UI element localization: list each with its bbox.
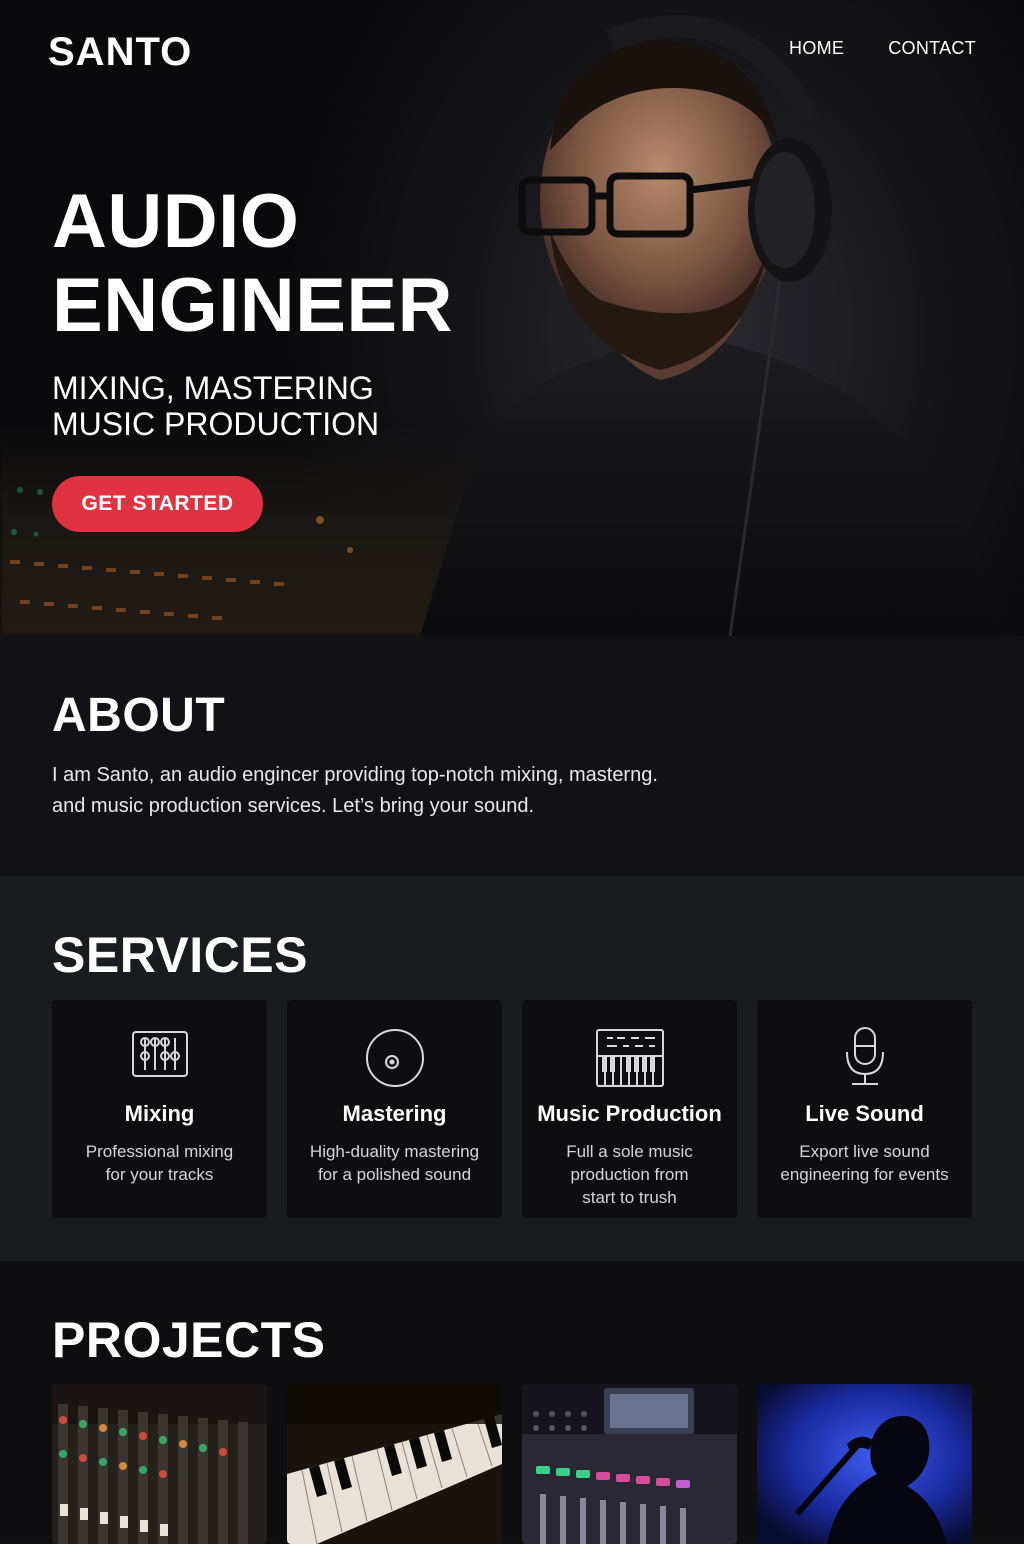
service-desc-line: Export live sound [799, 1142, 930, 1161]
service-desc-line: engineering for events [780, 1165, 949, 1184]
nav-home-link[interactable]: HOME [789, 38, 844, 59]
hero-text-block: AUDIO ENGINEER MIXING, MASTERING MUSIC P… [52, 180, 453, 443]
service-card-live-sound[interactable]: Live Sound Export live sound engineering… [757, 1000, 972, 1218]
project-thumb-piano[interactable] [287, 1384, 502, 1544]
service-desc-line: Full a sole music [566, 1142, 693, 1161]
hero-subtitle-line2: MUSIC PRODUCTION [52, 406, 380, 442]
brand-logo[interactable]: SANTO [48, 30, 192, 75]
top-navigation-bar: SANTO HOME CONTACT [0, 0, 1024, 100]
service-description: Export live sound engineering for events [771, 1140, 958, 1186]
projects-section: PROJECTS [0, 1261, 1024, 1544]
hero-title-line2: ENGINEER [52, 263, 453, 348]
nav-contact-link[interactable]: CONTACT [888, 38, 976, 59]
service-title: Mixing [124, 1101, 195, 1126]
services-section: SERVICES Mixing Professional mixing for … [0, 876, 1024, 1261]
service-desc-line: production from [570, 1165, 689, 1184]
microphone-icon [845, 1027, 884, 1085]
service-card-music-production[interactable]: Music Production Full a sole music produ… [522, 1000, 737, 1218]
get-started-button[interactable]: GET STARTED [52, 476, 263, 532]
service-title: Live Sound [805, 1101, 924, 1126]
service-desc-line: for a polished sound [317, 1165, 472, 1184]
services-cards: Mixing Professional mixing for your trac… [52, 1000, 972, 1218]
about-text: I am Santo, an audio engincer providing … [52, 760, 752, 822]
service-title: Mastering [342, 1101, 447, 1126]
vinyl-disc-icon [365, 1029, 424, 1087]
service-desc-line: High-duality mastering [309, 1142, 480, 1161]
keyboard-synth-icon [595, 1029, 664, 1087]
project-thumb-mixing-console[interactable] [52, 1384, 267, 1544]
project-thumb-live-singer[interactable] [757, 1384, 972, 1544]
service-card-mixing[interactable]: Mixing Professional mixing for your trac… [52, 1000, 267, 1218]
service-description: Professional mixing for your tracks [66, 1140, 253, 1186]
hero-subtitle-line1: MIXING, MASTERING [52, 370, 374, 406]
services-heading: SERVICES [52, 927, 308, 983]
hero-title-line1: AUDIO [52, 179, 300, 264]
singer-silhouette-photo [757, 1384, 972, 1544]
service-description: Full a sole music production from start … [536, 1140, 723, 1209]
service-desc-line: for your tracks [105, 1165, 214, 1184]
about-section: ABOUT I am Santo, an audio engincer prov… [0, 636, 1024, 876]
hero-title: AUDIO ENGINEER [52, 180, 453, 348]
hero-section: SANTO HOME CONTACT AUDIO ENGINEER MIXING… [0, 0, 1024, 636]
service-description: High-duality mastering for a polished so… [301, 1140, 488, 1186]
service-desc-line: Professional mixing [85, 1142, 234, 1161]
service-desc-line: start to trush [582, 1188, 677, 1207]
service-card-mastering[interactable]: Mastering High-duality mastering for a p… [287, 1000, 502, 1218]
project-thumb-digital-mixer[interactable] [522, 1384, 737, 1544]
projects-heading: PROJECTS [52, 1312, 326, 1368]
main-nav: HOME CONTACT [789, 38, 976, 59]
about-text-line2: and music production services. Let’s bri… [52, 795, 535, 817]
about-text-line1: I am Santo, an audio engincer providing … [52, 764, 658, 786]
mixer-faders-icon [131, 1031, 188, 1077]
digital-mixer-photo [522, 1384, 737, 1544]
hero-subtitle: MIXING, MASTERING MUSIC PRODUCTION [52, 370, 453, 442]
about-heading: ABOUT [52, 689, 226, 742]
mixing-console-photo [52, 1384, 267, 1544]
service-title: Music Production [537, 1101, 722, 1126]
projects-gallery [52, 1384, 972, 1544]
piano-keys-photo [287, 1384, 502, 1544]
